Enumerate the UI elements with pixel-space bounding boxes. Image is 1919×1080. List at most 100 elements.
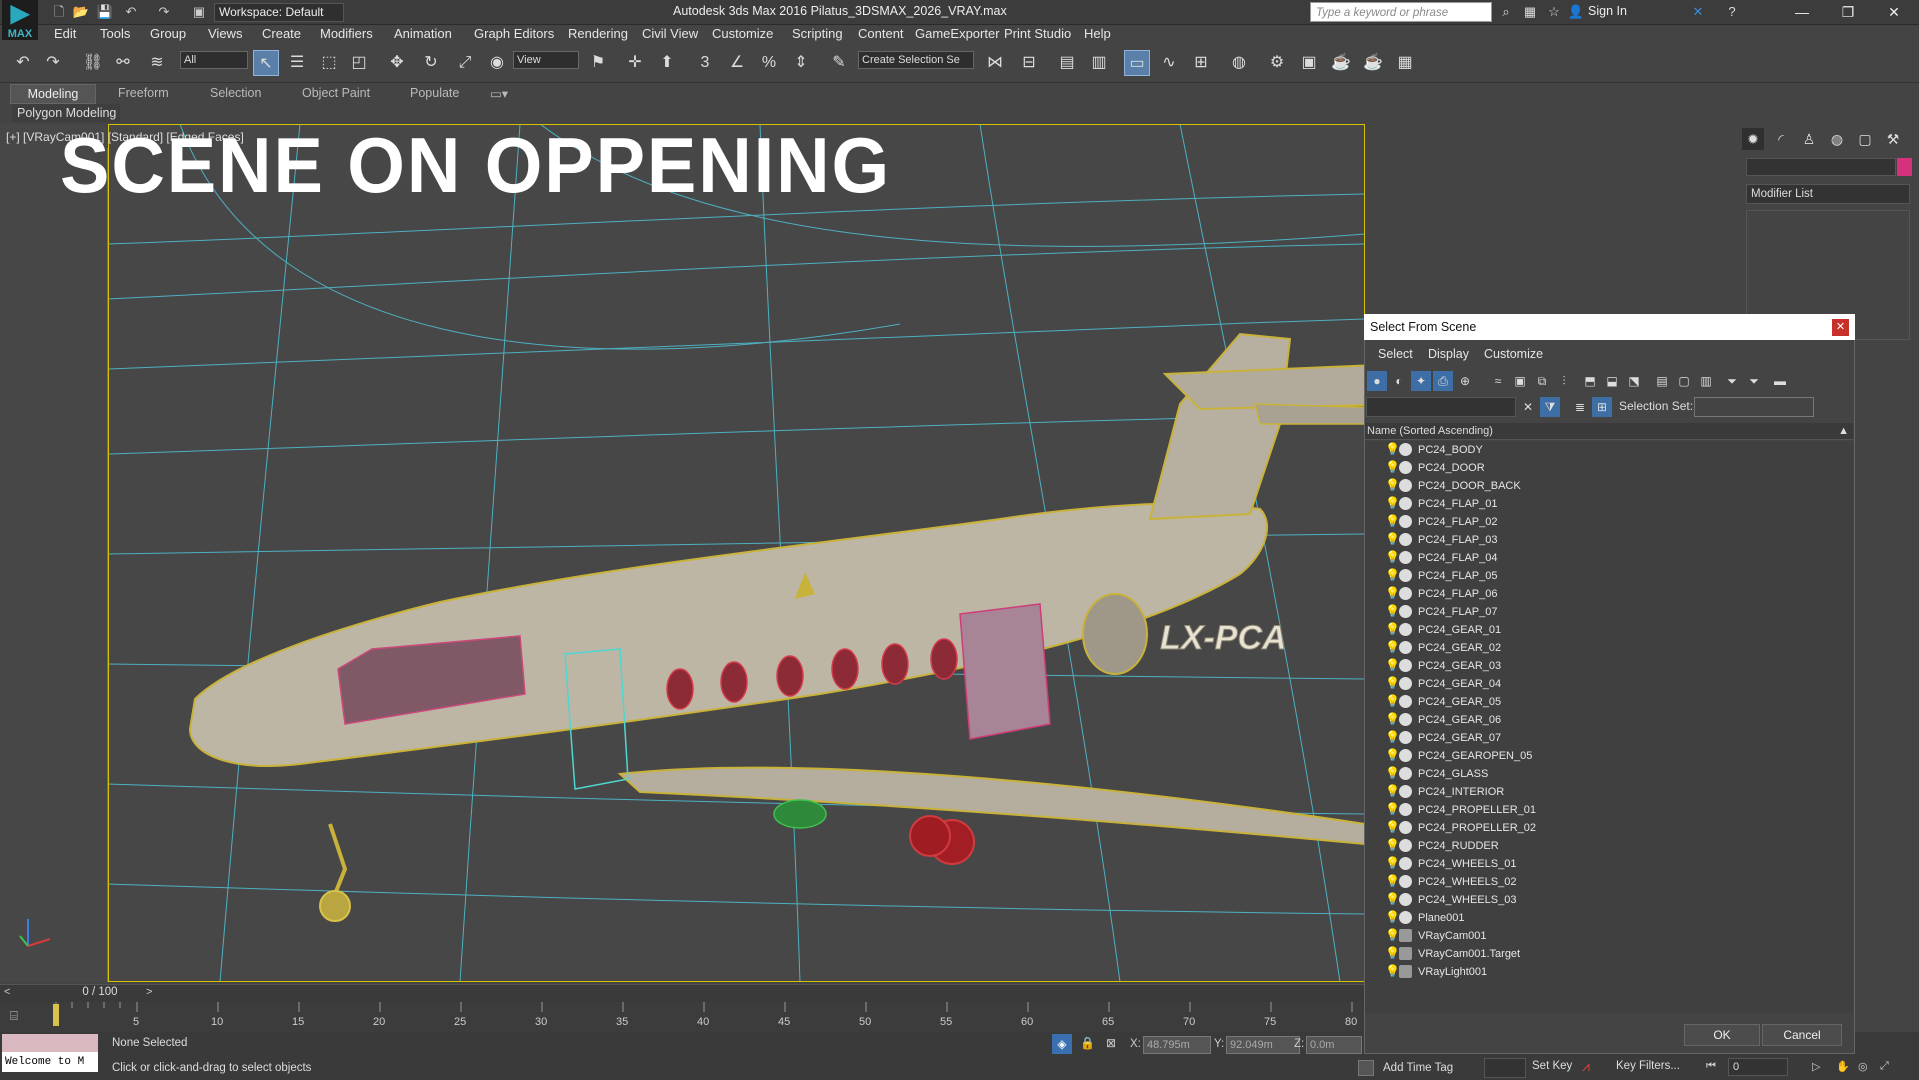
visibility-bulb-icon[interactable]: 💡 [1385, 460, 1400, 474]
tab-object-paint[interactable]: Object Paint [302, 86, 370, 100]
visibility-bulb-icon[interactable]: 💡 [1385, 946, 1400, 960]
visibility-bulb-icon[interactable]: 💡 [1385, 766, 1400, 780]
help-icon[interactable]: ? [1722, 3, 1742, 21]
render-iterative-icon[interactable]: ☕ [1360, 50, 1386, 76]
dialog-menu-display[interactable]: Display [1428, 347, 1469, 361]
reference-coord-dropdown[interactable]: View [513, 51, 579, 69]
select-by-name-icon[interactable]: ☰ [284, 50, 310, 76]
track-bar[interactable] [0, 1002, 1365, 1032]
pan-view-icon[interactable]: ✋ [1836, 1060, 1850, 1073]
menu-group[interactable]: Group [150, 26, 186, 41]
layer-manager-icon[interactable]: ▤ [1054, 50, 1080, 76]
menu-scripting[interactable]: Scripting [792, 26, 843, 41]
tab-freeform[interactable]: Freeform [118, 86, 169, 100]
visibility-bulb-icon[interactable]: 💡 [1385, 478, 1400, 492]
open-file-icon[interactable]: 📂 [72, 3, 90, 21]
binoculars-icon[interactable]: ⌕ [1496, 3, 1516, 21]
rendered-frame-icon[interactable]: ▣ [1296, 50, 1322, 76]
list-item[interactable]: 💡 Plane001 [1365, 909, 1853, 927]
subscription-icon[interactable]: ▦ [1520, 3, 1540, 21]
visibility-bulb-icon[interactable]: 💡 [1385, 856, 1400, 870]
current-frame-field[interactable]: 0 [1728, 1058, 1788, 1076]
new-file-icon[interactable]: 🗋 [50, 3, 68, 21]
list-item[interactable]: 💡 PC24_PROPELLER_01 [1365, 801, 1853, 819]
list-item[interactable]: 💡 PC24_PROPELLER_02 [1365, 819, 1853, 837]
placement-icon[interactable]: ◉ [484, 50, 510, 76]
render-production-icon[interactable]: ☕ [1328, 50, 1354, 76]
visibility-bulb-icon[interactable]: 💡 [1385, 568, 1400, 582]
list-item[interactable]: 💡 PC24_GEAR_02 [1365, 639, 1853, 657]
utilities-panel-icon[interactable]: ⚒ [1882, 128, 1904, 150]
x-coord-field[interactable]: 48.795m [1143, 1036, 1211, 1054]
list-item[interactable]: 💡 PC24_GLASS [1365, 765, 1853, 783]
list-item[interactable]: 💡 PC24_FLAP_05 [1365, 567, 1853, 585]
menu-tools[interactable]: Tools [100, 26, 130, 41]
y-coord-field[interactable]: 92.049m [1226, 1036, 1300, 1054]
display-invert-icon[interactable]: ⬔ [1624, 371, 1644, 391]
orbit-icon[interactable]: ◎ [1858, 1060, 1868, 1073]
snaps-toggle-icon[interactable]: 3 [692, 50, 718, 76]
render-setup-icon[interactable]: ⚙ [1264, 50, 1290, 76]
dialog-menu-select[interactable]: Select [1378, 347, 1413, 361]
link-icon[interactable]: ⛓ [80, 50, 106, 76]
list-item[interactable]: 💡 PC24_GEAR_06 [1365, 711, 1853, 729]
list-item[interactable]: 💡 PC24_GEAR_07 [1365, 729, 1853, 747]
ribbon-options-icon[interactable]: ▭▾ [490, 86, 508, 101]
display-lights-icon[interactable]: ✦ [1411, 371, 1431, 391]
list-item[interactable]: 💡 VRayLight001 [1365, 963, 1853, 981]
dialog-close-icon[interactable]: ✕ [1832, 319, 1849, 336]
lock-selection-icon[interactable]: 🔒 [1080, 1036, 1095, 1050]
time-slider[interactable] [0, 984, 1365, 1002]
name-filter-input[interactable] [1366, 397, 1516, 417]
menu-content[interactable]: Content [858, 26, 904, 41]
visibility-bulb-icon[interactable]: 💡 [1385, 442, 1400, 456]
dialog-options-icon[interactable]: ▬ [1770, 371, 1790, 391]
undo-icon[interactable]: ↶ [10, 50, 36, 76]
create-panel-icon[interactable]: ✹ [1742, 128, 1764, 150]
name-column-header[interactable]: Name (Sorted Ascending) ▲ [1365, 423, 1853, 440]
list-item[interactable]: 💡 PC24_FLAP_01 [1365, 495, 1853, 513]
menu-animation[interactable]: Animation [394, 26, 452, 41]
select-manipulate-icon[interactable]: ✛ [622, 50, 648, 76]
find-case-icon[interactable]: ⧩ [1540, 397, 1560, 417]
star-icon[interactable]: ☆ [1544, 3, 1564, 21]
display-spacewarps-icon[interactable]: ≈ [1488, 371, 1508, 391]
tab-populate[interactable]: Populate [410, 86, 459, 100]
visibility-bulb-icon[interactable]: 💡 [1385, 838, 1400, 852]
menu-views[interactable]: Views [208, 26, 242, 41]
scene-object-list[interactable]: 💡 PC24_BODY 💡 PC24_DOOR 💡 PC24_DOOR_BACK 💡 PC24… [1365, 441, 1853, 1013]
workspace-dropdown[interactable]: Workspace: Default [214, 3, 344, 22]
set-key-button-field[interactable] [1484, 1058, 1526, 1078]
close-button[interactable]: ✕ [1872, 0, 1916, 24]
display-panel-icon[interactable]: ▢ [1854, 128, 1876, 150]
list-item[interactable]: 💡 PC24_GEAROPEN_05 [1365, 747, 1853, 765]
visibility-bulb-icon[interactable]: 💡 [1385, 676, 1400, 690]
menu-print-studio[interactable]: Print Studio [1004, 26, 1071, 41]
list-item[interactable]: 💡 VRayCam001.Target [1365, 945, 1853, 963]
key-filters-button[interactable]: Key Filters... [1616, 1060, 1680, 1072]
visibility-bulb-icon[interactable]: 💡 [1385, 514, 1400, 528]
material-editor-icon[interactable]: ◍ [1226, 50, 1252, 76]
display-xrefs-icon[interactable]: ⧉ [1532, 371, 1552, 391]
visibility-bulb-icon[interactable]: 💡 [1385, 892, 1400, 906]
list-item[interactable]: 💡 PC24_GEAR_04 [1365, 675, 1853, 693]
select-invert-icon[interactable]: ▥ [1696, 371, 1716, 391]
list-item[interactable]: 💡 PC24_GEAR_03 [1365, 657, 1853, 675]
mini-curve-editor-icon[interactable]: ⌸ [10, 1008, 18, 1024]
visibility-bulb-icon[interactable]: 💡 [1385, 964, 1400, 978]
visibility-bulb-icon[interactable]: 💡 [1385, 694, 1400, 708]
menu-modifiers[interactable]: Modifiers [320, 26, 373, 41]
list-item[interactable]: 💡 PC24_RUDDER [1365, 837, 1853, 855]
time-slider-next-icon[interactable]: > [146, 986, 152, 998]
list-item[interactable]: 💡 PC24_FLAP_03 [1365, 531, 1853, 549]
dialog-title[interactable]: Select From Scene [1364, 314, 1855, 340]
exchange-icon[interactable]: ✕ [1688, 3, 1708, 21]
select-none-icon[interactable]: ▢ [1674, 371, 1694, 391]
search-input[interactable]: Type a keyword or phrase [1310, 2, 1492, 22]
list-item[interactable]: 💡 PC24_WHEELS_01 [1365, 855, 1853, 873]
isolate-selection-icon[interactable]: ◈ [1052, 1034, 1072, 1054]
display-bones-icon[interactable]: ⫶ [1554, 371, 1574, 391]
cancel-button[interactable]: Cancel [1762, 1024, 1842, 1046]
visibility-bulb-icon[interactable]: 💡 [1385, 550, 1400, 564]
display-geometry-icon[interactable]: ● [1367, 371, 1387, 391]
